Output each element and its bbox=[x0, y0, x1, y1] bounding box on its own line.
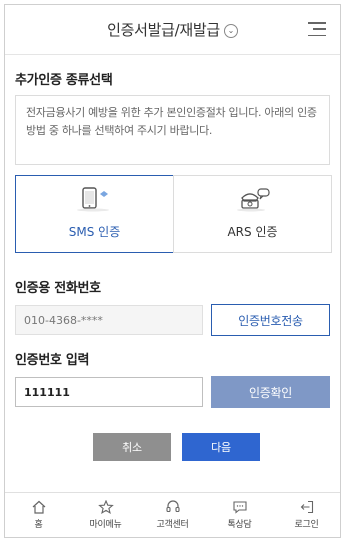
smartphone-icon bbox=[75, 186, 115, 215]
hamburger-menu-icon[interactable] bbox=[308, 22, 326, 36]
phone-section-title: 인증용 전화번호 bbox=[15, 281, 101, 296]
chat-icon bbox=[232, 501, 247, 514]
chevron-down-icon[interactable]: ⌄ bbox=[223, 23, 238, 38]
login-icon bbox=[300, 500, 313, 514]
tab-login[interactable]: 로그인 bbox=[273, 493, 340, 537]
home-icon bbox=[32, 500, 45, 514]
notice-box: 전자금융사기 예방을 위한 추가 본인인증절차 입니다. 아래의 인증방법 중 … bbox=[15, 95, 330, 165]
send-code-button[interactable]: 인증번호전송 bbox=[211, 304, 330, 336]
cancel-button[interactable]: 취소 bbox=[93, 433, 171, 461]
ars-auth-label: ARS 인증 bbox=[227, 225, 278, 239]
telephone-icon bbox=[233, 186, 273, 215]
auth-code-input[interactable]: 111111 bbox=[15, 377, 203, 407]
tab-home-label: 홈 bbox=[34, 520, 43, 530]
app-frame: 인증서발급/재발급 ⌄ 추가인증 종류선택 전자금융사기 예방을 위한 추가 본인… bbox=[4, 4, 341, 538]
page-title-text: 인증서발급/재발급 bbox=[107, 21, 220, 39]
tab-login-label: 로그인 bbox=[294, 520, 319, 530]
tab-customer-center-label: 고객센터 bbox=[156, 520, 189, 530]
page-title[interactable]: 인증서발급/재발급 ⌄ bbox=[107, 19, 238, 40]
tab-customer-center[interactable]: 고객센터 bbox=[139, 493, 206, 537]
code-section-title: 인증번호 입력 bbox=[15, 353, 90, 368]
tab-talk-consult-label: 톡상담 bbox=[227, 520, 252, 530]
tab-talk-consult[interactable]: 톡상담 bbox=[206, 493, 273, 537]
star-icon bbox=[97, 500, 114, 514]
tab-my-menu-label: 마이메뉴 bbox=[89, 520, 122, 530]
sms-auth-label: SMS 인증 bbox=[68, 225, 121, 239]
bottom-tab-bar: 홈 마이메뉴 고객센터 톡상담 로그인 bbox=[5, 492, 340, 537]
phone-number-field: 010-4368-**** bbox=[15, 305, 203, 335]
confirm-code-button[interactable]: 인증확인 bbox=[211, 376, 330, 408]
ars-auth-option[interactable]: ARS 인증 bbox=[173, 175, 332, 253]
headset-icon bbox=[165, 500, 180, 513]
next-button[interactable]: 다음 bbox=[182, 433, 260, 461]
tab-my-menu[interactable]: 마이메뉴 bbox=[72, 493, 139, 537]
auth-type-section-title: 추가인증 종류선택 bbox=[15, 73, 113, 88]
header: 인증서발급/재발급 ⌄ bbox=[5, 5, 340, 55]
tab-home[interactable]: 홈 bbox=[5, 493, 72, 537]
sms-auth-option[interactable]: SMS 인증 bbox=[15, 175, 174, 253]
